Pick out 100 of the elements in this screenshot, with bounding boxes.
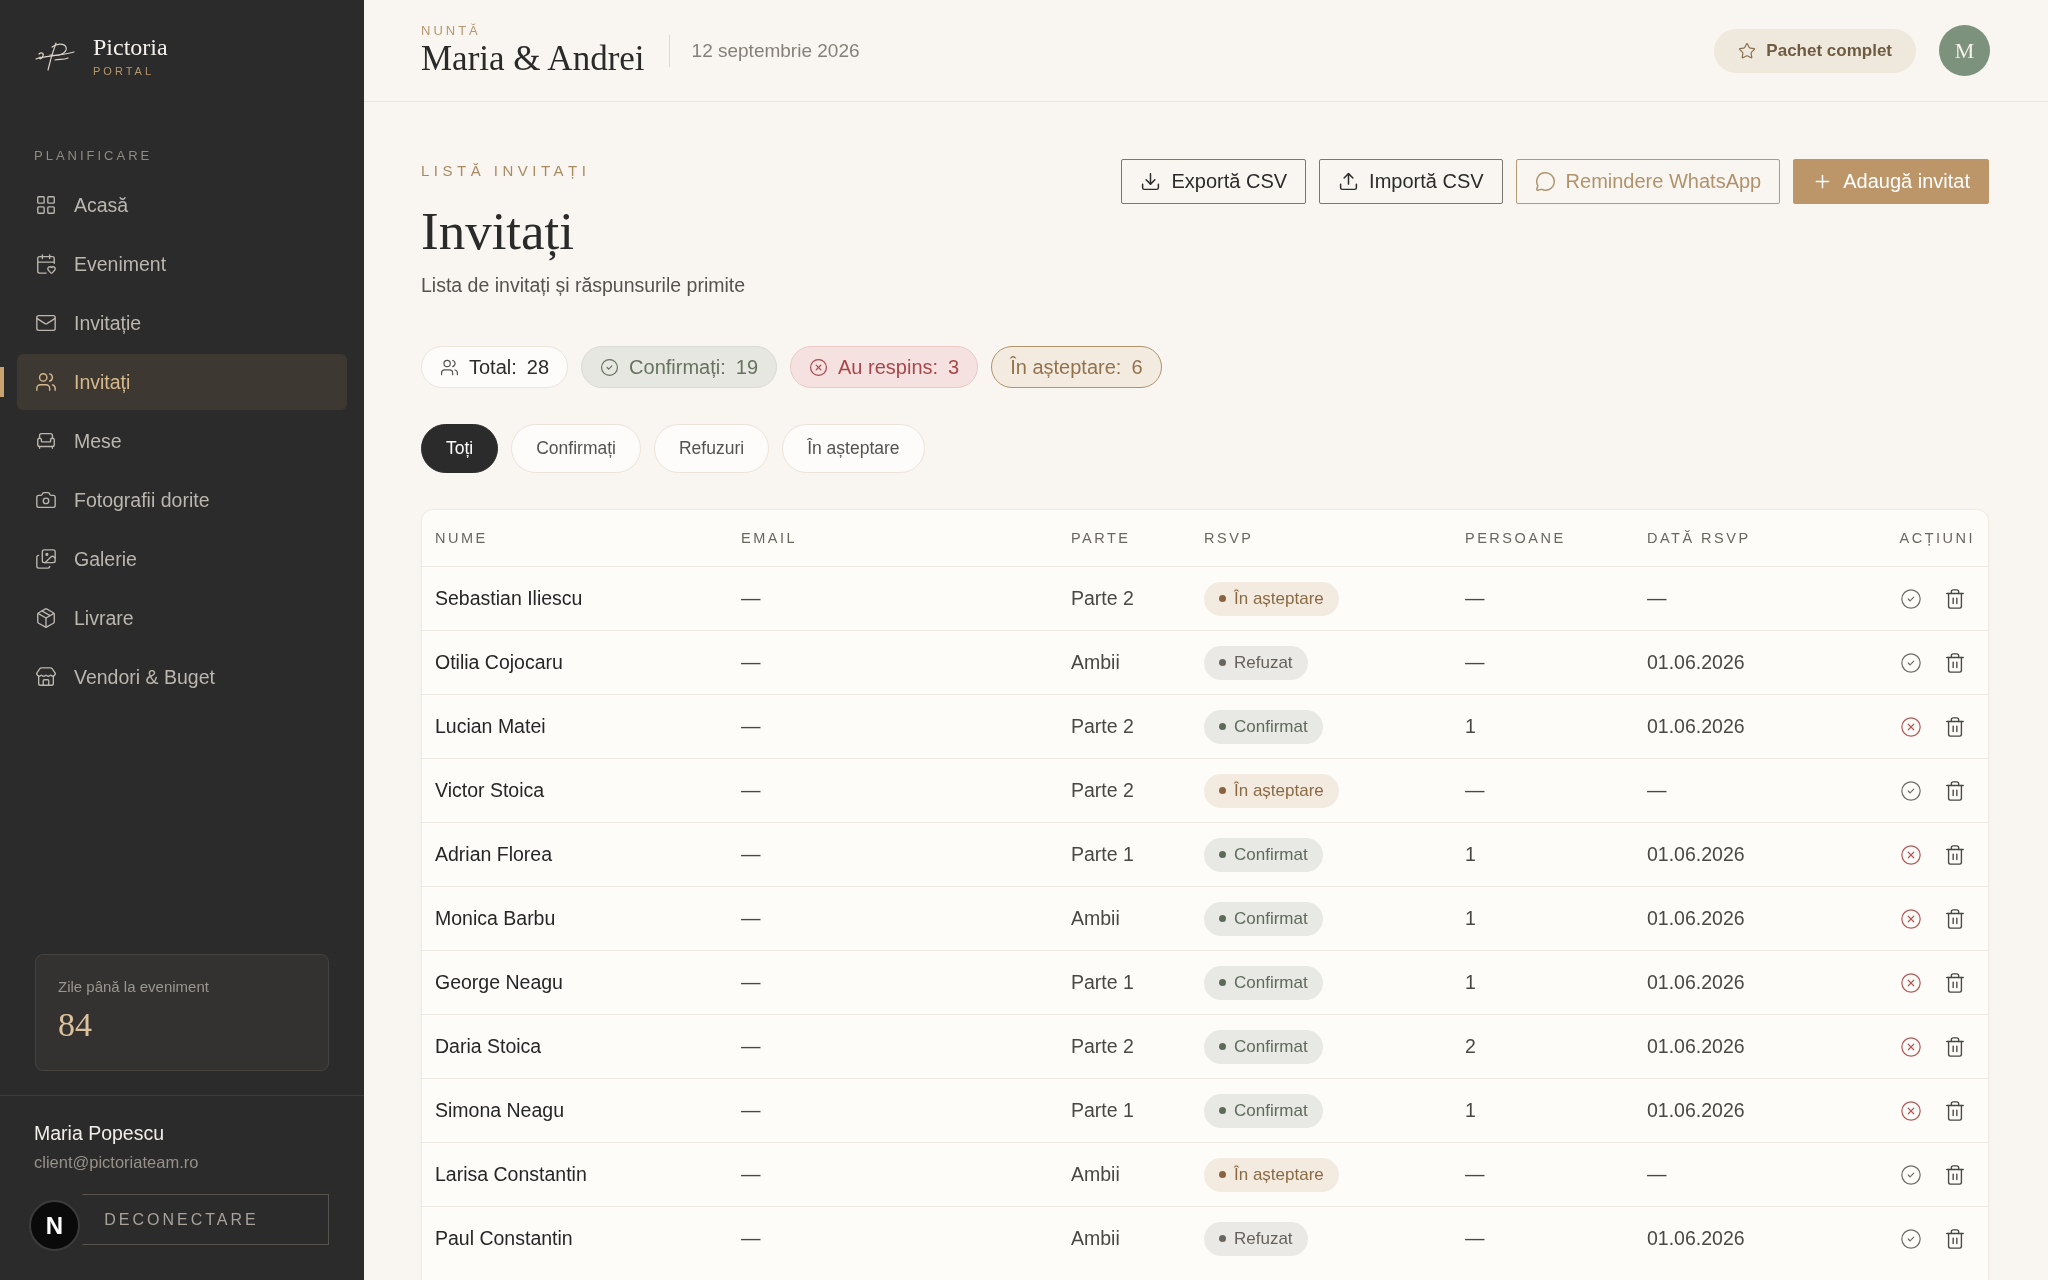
guest-side: Parte 2 (1071, 715, 1134, 738)
guest-email: — (741, 1227, 761, 1250)
guest-side: Parte 2 (1071, 779, 1134, 802)
guest-name: Otilia Cojocaru (435, 651, 563, 674)
rsvp-date: 01.06.2026 (1647, 715, 1745, 738)
trash-icon[interactable] (1944, 587, 1966, 610)
rsvp-date: — (1647, 779, 1667, 802)
logout-button[interactable]: DECONECTARE (82, 1194, 329, 1245)
trash-icon[interactable] (1944, 779, 1966, 802)
rsvp-status-label: Confirmat (1234, 716, 1308, 737)
guest-count: 1 (1465, 971, 1476, 994)
column-header: PARTE (1071, 530, 1131, 546)
store-icon (35, 666, 57, 688)
chat-bubble-icon (1534, 171, 1556, 192)
rsvp-date: 01.06.2026 (1647, 1035, 1745, 1058)
guest-email: — (741, 587, 761, 610)
rsvp-date: — (1647, 1163, 1667, 1186)
export-csv-button[interactable]: Exportă CSV (1121, 159, 1307, 204)
status-dot-icon (1219, 1171, 1226, 1178)
guest-side: Parte 1 (1071, 1099, 1134, 1122)
dev-tools-button[interactable]: N (29, 1200, 80, 1251)
rsvp-status-label: Confirmat (1234, 908, 1308, 929)
nav-item[interactable]: Invitație (17, 295, 347, 351)
x-circle-icon[interactable] (1900, 843, 1922, 866)
rsvp-date: 01.06.2026 (1647, 651, 1745, 674)
nav-item[interactable]: Acasă (17, 177, 347, 233)
rsvp-status-label: În așteptare (1234, 780, 1324, 801)
rsvp-date: 01.06.2026 (1647, 1227, 1745, 1250)
check-circle-icon[interactable] (1900, 1227, 1922, 1250)
package-name: Pachet complet (1766, 40, 1892, 61)
trash-icon[interactable] (1944, 843, 1966, 866)
filter-tab[interactable]: Refuzuri (654, 424, 770, 473)
guest-side: Ambii (1071, 1163, 1120, 1186)
trash-icon[interactable] (1944, 651, 1966, 674)
rsvp-date: 01.06.2026 (1647, 1099, 1745, 1122)
guest-side: Ambii (1071, 907, 1120, 930)
status-dot-icon (1219, 979, 1226, 986)
guest-email: — (741, 651, 761, 674)
x-circle-icon[interactable] (1900, 907, 1922, 930)
column-header: EMAIL (741, 530, 797, 546)
camera-icon (35, 489, 57, 511)
check-circle-icon[interactable] (1900, 1163, 1922, 1186)
guest-count: — (1465, 651, 1485, 674)
import-csv-button[interactable]: Importă CSV (1319, 159, 1503, 204)
column-header: NUME (435, 530, 488, 546)
brand-name: Pictoria (93, 33, 168, 61)
people-icon (35, 371, 57, 393)
guest-email: — (741, 779, 761, 802)
page-eyebrow: LISTĂ INVITAȚI (421, 161, 591, 181)
trash-icon[interactable] (1944, 1035, 1966, 1058)
guest-name: Victor Stoica (435, 779, 545, 802)
trash-icon[interactable] (1944, 1099, 1966, 1122)
guest-name: Adrian Florea (435, 843, 553, 866)
nav-item[interactable]: Fotografii dorite (17, 472, 347, 528)
column-header: DATĂ RSVP (1647, 530, 1751, 546)
filter-tab[interactable]: Confirmați (511, 424, 641, 473)
trash-icon[interactable] (1944, 971, 1966, 994)
trash-icon[interactable] (1944, 907, 1966, 930)
guest-count: — (1465, 1227, 1485, 1250)
rsvp-date: — (1647, 587, 1667, 610)
guest-email: — (741, 1035, 761, 1058)
trash-icon[interactable] (1944, 1227, 1966, 1250)
nav-item[interactable]: Eveniment (17, 236, 347, 292)
box-icon (35, 607, 57, 629)
check-circle-icon[interactable] (1900, 587, 1922, 610)
x-circle-icon[interactable] (1900, 1035, 1922, 1058)
check-circle-icon[interactable] (1900, 651, 1922, 674)
stat-label: În așteptare: (1010, 355, 1122, 379)
filter-tab[interactable]: În așteptare (782, 424, 925, 473)
stat-count: 3 (948, 355, 960, 379)
status-dot-icon (1219, 851, 1226, 858)
guest-name: Monica Barbu (435, 907, 556, 930)
guest-side: Parte 2 (1071, 1035, 1134, 1058)
guest-count: 1 (1465, 715, 1476, 738)
trash-icon[interactable] (1944, 1163, 1966, 1186)
status-dot-icon (1219, 1107, 1226, 1114)
guest-email: — (741, 715, 761, 738)
status-dot-icon (1219, 1235, 1226, 1242)
download-icon (1140, 171, 1162, 192)
status-dot-icon (1219, 1043, 1226, 1050)
nav-item[interactable]: Galerie (17, 531, 347, 587)
x-circle-icon[interactable] (1900, 971, 1922, 994)
column-header: PERSOANE (1465, 530, 1566, 546)
nav-item[interactable]: Mese (17, 413, 347, 469)
filter-tab[interactable]: Toți (421, 424, 499, 473)
x-circle-icon[interactable] (1900, 1099, 1922, 1122)
event-date: 12 septembrie 2026 (691, 39, 860, 62)
countdown-label: Zile până la eveniment (58, 977, 209, 997)
guest-side: Ambii (1071, 1227, 1120, 1250)
check-circle-icon (600, 357, 620, 377)
envelope-icon (35, 312, 57, 334)
check-circle-icon[interactable] (1900, 779, 1922, 802)
nav-item[interactable]: Vendori & Buget (17, 649, 347, 705)
status-dot-icon (1219, 723, 1226, 730)
guest-email: — (741, 1163, 761, 1186)
guest-count: 1 (1465, 1099, 1476, 1122)
x-circle-icon[interactable] (1900, 715, 1922, 738)
trash-icon[interactable] (1944, 715, 1966, 738)
nav-item[interactable]: Livrare (17, 590, 347, 646)
x-circle-icon (809, 357, 828, 377)
